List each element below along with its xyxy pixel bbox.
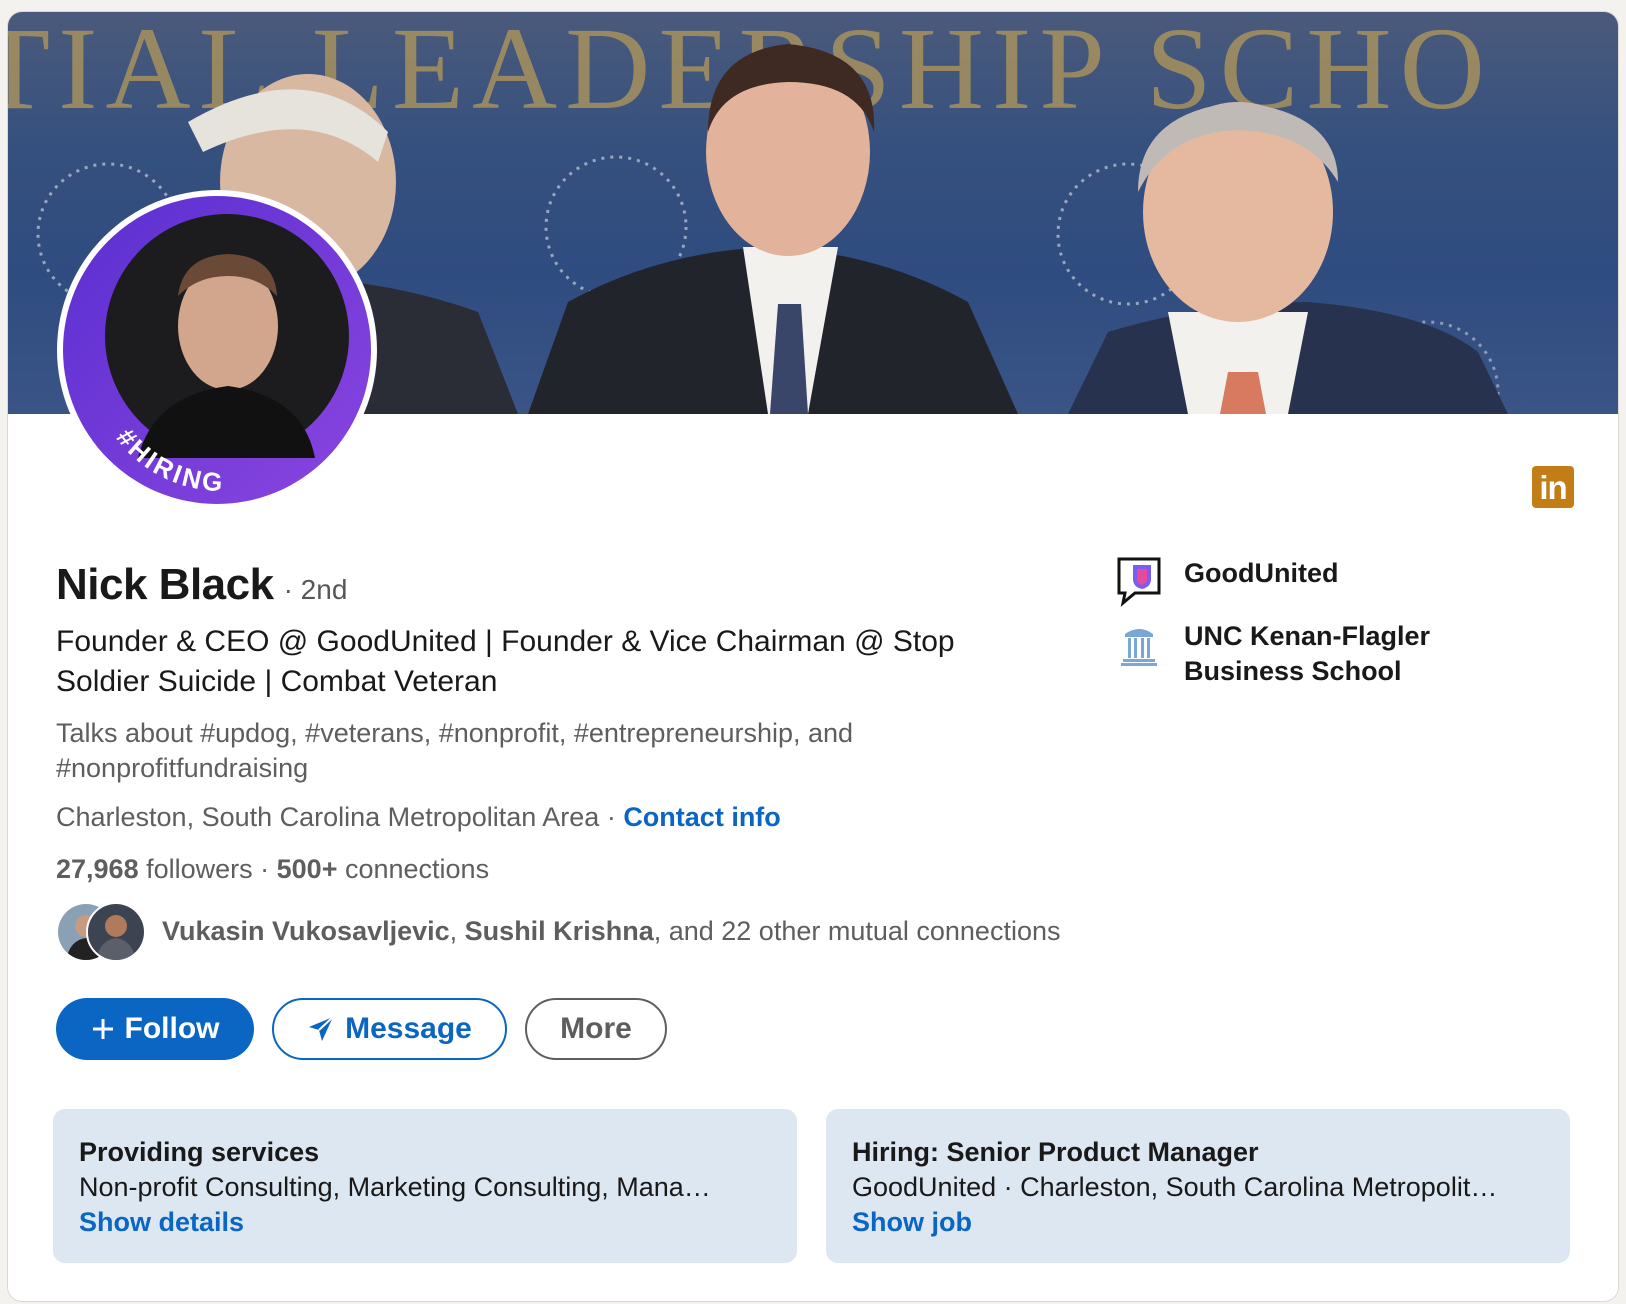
mutual-connections-text: Vukasin Vukosavljevic, Sushil Krishna, a…: [162, 916, 1061, 947]
goodunited-logo-icon: [1116, 556, 1162, 608]
location-row: Charleston, South Carolina Metropolitan …: [56, 802, 781, 833]
avatar-hiring-frame: #HIRING: [63, 196, 371, 504]
experience-name: GoodUnited: [1184, 558, 1339, 588]
message-label: Message: [345, 1012, 472, 1045]
message-button[interactable]: Message: [272, 998, 507, 1060]
linkedin-icon: in: [1532, 466, 1574, 508]
education-unc[interactable]: UNC Kenan-Flagler Business School: [1116, 619, 1484, 689]
mutual-separator: ,: [449, 915, 465, 946]
providing-services-card[interactable]: Providing services Non-profit Consulting…: [53, 1109, 797, 1263]
profile-card: TIAL LEADERSHIP SCHO #HIRING in Nick Bla…: [8, 12, 1618, 1301]
send-icon: [307, 1015, 335, 1043]
profile-photo[interactable]: #HIRING: [57, 190, 377, 510]
plus-icon: [91, 1017, 115, 1041]
more-label: More: [560, 1012, 632, 1045]
unc-logo-icon: [1116, 619, 1162, 671]
stats-row: 27,968 followers · 500+ connections: [56, 854, 489, 885]
followers-label: followers: [138, 854, 253, 884]
show-details-link[interactable]: Show details: [79, 1205, 771, 1240]
profile-name: Nick Black: [56, 560, 274, 609]
hiring-card[interactable]: Hiring: Senior Product Manager GoodUnite…: [826, 1109, 1570, 1263]
contact-info-link[interactable]: Contact info: [623, 802, 780, 832]
mutual-name-2: Sushil Krishna: [464, 915, 654, 946]
follow-label: Follow: [124, 1012, 220, 1045]
talks-about: Talks about #updog, #veterans, #nonprofi…: [56, 718, 854, 783]
connections-separator: ·: [252, 854, 277, 884]
mutual-avatar-2: [86, 902, 146, 962]
mutual-name-1: Vukasin Vukosavljevic: [162, 915, 450, 946]
profile-headline: Founder & CEO @ GoodUnited | Founder & V…: [56, 625, 955, 698]
location-text: Charleston, South Carolina Metropolitan …: [56, 802, 600, 832]
profile-actions: Follow Message More: [56, 998, 667, 1060]
show-job-link[interactable]: Show job: [852, 1205, 1544, 1240]
services-desc: Non-profit Consulting, Marketing Consult…: [79, 1172, 711, 1202]
followers-count: 27,968: [56, 854, 139, 884]
mutual-connections[interactable]: Vukasin Vukosavljevic, Sushil Krishna, a…: [56, 902, 1061, 962]
mutual-avatars: [56, 902, 152, 962]
avatar-image: #HIRING: [63, 196, 371, 504]
services-title: Providing services: [79, 1137, 320, 1167]
connections-count[interactable]: 500+: [277, 854, 338, 884]
experience-goodunited[interactable]: GoodUnited: [1116, 556, 1484, 608]
education-name: UNC Kenan-Flagler Business School: [1184, 621, 1431, 686]
more-button[interactable]: More: [525, 998, 667, 1060]
mutual-rest: , and 22 other mutual connections: [653, 915, 1061, 946]
connections-label: connections: [337, 854, 490, 884]
connection-degree: · 2nd: [283, 574, 348, 605]
hiring-title: Hiring: Senior Product Manager: [852, 1137, 1259, 1167]
follow-button[interactable]: Follow: [56, 998, 254, 1060]
name-row: Nick Black · 2nd: [56, 560, 347, 610]
location-separator: ·: [599, 802, 624, 832]
hiring-desc: GoodUnited · Charleston, South Carolina …: [852, 1172, 1498, 1202]
